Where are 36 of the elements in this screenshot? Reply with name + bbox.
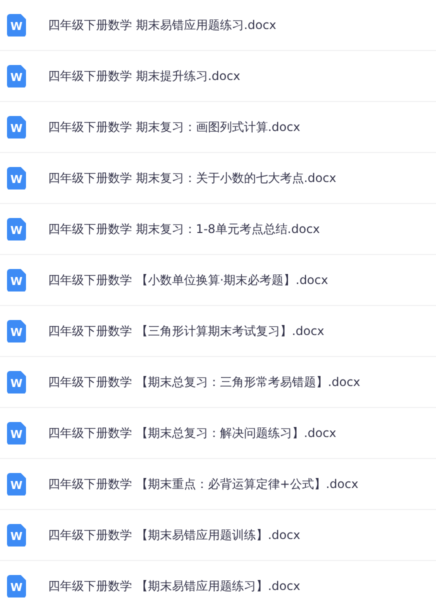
file-name: 四年级下册数学 期末复习：1-8单元考点总结.docx	[48, 220, 320, 238]
file-name: 四年级下册数学 【期末易错应用题训练】.docx	[48, 526, 300, 544]
file-list-item[interactable]: W 四年级下册数学 【期末总复习：解决问题练习】.docx	[0, 408, 436, 459]
word-document-icon: W	[7, 524, 26, 546]
file-name: 四年级下册数学 【小数单位换算·期末必考题】.docx	[48, 272, 328, 288]
word-document-icon: W	[7, 268, 26, 292]
word-document-icon: W	[7, 64, 26, 88]
file-list-item[interactable]: W 四年级下册数学 期末提升练习.docx	[0, 51, 436, 102]
file-name: 四年级下册数学 期末复习：画图列式计算.docx	[48, 118, 300, 136]
file-list-item[interactable]: W 四年级下册数学 期末复习：1-8单元考点总结.docx	[0, 204, 436, 255]
word-document-icon: W	[7, 370, 26, 394]
file-list-item[interactable]: W 四年级下册数学 【三角形计算期末考试复习】.docx	[0, 306, 436, 357]
word-document-icon: W	[7, 218, 26, 240]
word-document-icon: W	[7, 320, 26, 342]
file-list-item[interactable]: W 四年级下册数学 【小数单位换算·期末必考题】.docx	[0, 255, 436, 306]
file-name: 四年级下册数学 【期末易错应用题练习】.docx	[48, 578, 300, 594]
file-list-item[interactable]: W 四年级下册数学 【期末总复习：三角形常考易错题】.docx	[0, 357, 436, 408]
word-document-icon: W	[7, 574, 26, 598]
file-name: 四年级下册数学 【期末总复习：解决问题练习】.docx	[48, 424, 336, 442]
file-list-item[interactable]: W 四年级下册数学 期末复习：关于小数的七大考点.docx	[0, 153, 436, 204]
word-document-icon: W	[7, 116, 26, 138]
file-list-item[interactable]: W 四年级下册数学 期末易错应用题练习.docx	[0, 0, 436, 51]
file-name: 四年级下册数学 期末易错应用题练习.docx	[48, 16, 276, 34]
word-document-icon: W	[7, 422, 26, 444]
file-name: 四年级下册数学 【期末总复习：三角形常考易错题】.docx	[48, 374, 360, 390]
file-list-item[interactable]: W 四年级下册数学 【期末重点：必背运算定律+公式】.docx	[0, 459, 436, 510]
file-name: 四年级下册数学 期末复习：关于小数的七大考点.docx	[48, 170, 336, 186]
file-name: 四年级下册数学 期末提升练习.docx	[48, 68, 240, 84]
word-document-icon: W	[7, 472, 26, 496]
file-name: 四年级下册数学 【三角形计算期末考试复习】.docx	[48, 322, 324, 340]
file-list-item[interactable]: W 四年级下册数学 【期末易错应用题训练】.docx	[0, 510, 436, 561]
word-document-icon: W	[7, 14, 26, 36]
word-document-icon: W	[7, 166, 26, 190]
file-list-item[interactable]: W 四年级下册数学 期末复习：画图列式计算.docx	[0, 102, 436, 153]
file-list-item[interactable]: W 四年级下册数学 【期末易错应用题练习】.docx	[0, 561, 436, 607]
file-name: 四年级下册数学 【期末重点：必背运算定律+公式】.docx	[48, 476, 358, 492]
